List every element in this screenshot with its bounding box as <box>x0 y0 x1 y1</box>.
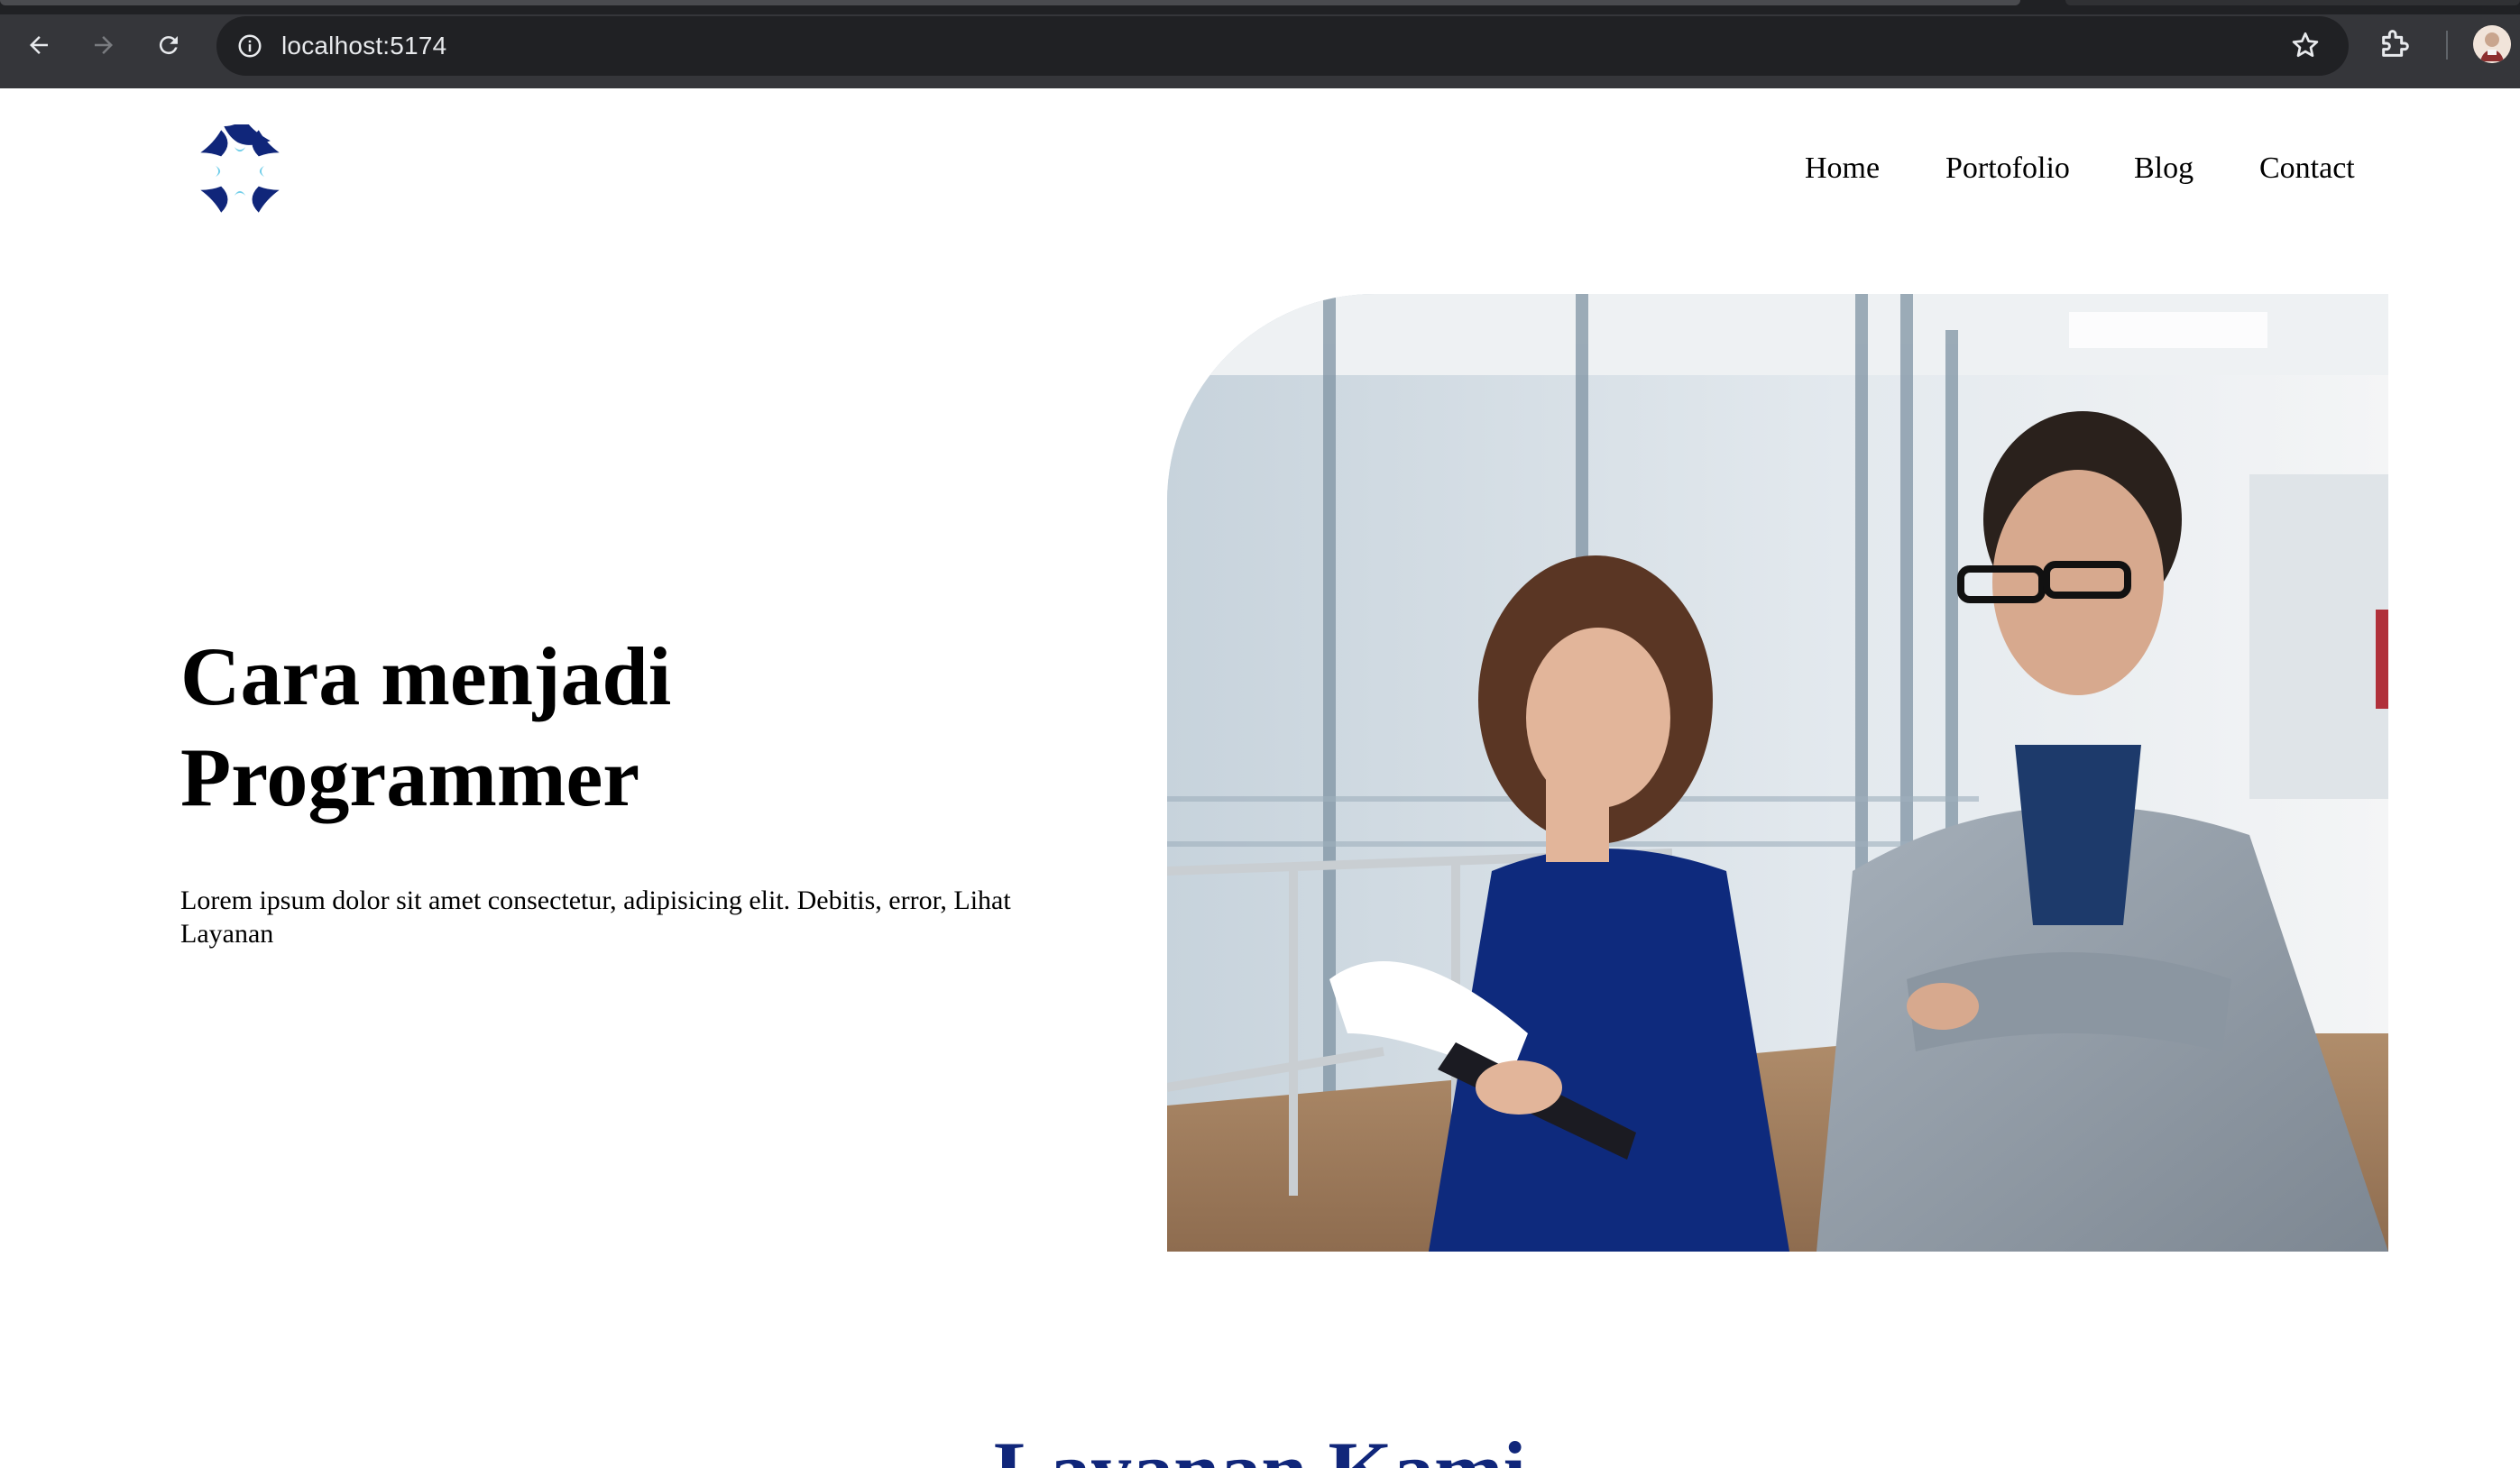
back-arrow-icon <box>30 36 48 54</box>
nav-link-portfolio[interactable]: Portofolio <box>1945 151 2070 186</box>
reload-button[interactable] <box>148 24 189 66</box>
tab-strip <box>0 0 2520 14</box>
forward-arrow-icon <box>95 36 113 54</box>
back-button[interactable] <box>18 24 60 66</box>
inactive-tab-edge[interactable] <box>2065 0 2520 5</box>
browser-toolbar: localhost:5174 <box>0 0 2520 88</box>
services-section-title: Layanan Kami <box>0 1421 2520 1468</box>
hero-description: Lorem ipsum dolor sit amet consectetur, … <box>180 885 1011 949</box>
hero-title-line-2: Programmer <box>180 731 640 823</box>
toolbar-divider <box>2446 31 2448 60</box>
info-icon[interactable] <box>235 31 265 61</box>
forward-button[interactable] <box>83 24 124 66</box>
url-text[interactable]: localhost:5174 <box>281 32 446 60</box>
web-page: Home Portofolio Blog Contact Cara menjad… <box>0 88 2520 1468</box>
active-tab-edge[interactable] <box>0 0 2020 5</box>
main-navigation: Home Portofolio Blog Contact <box>0 151 2520 197</box>
star-icon[interactable] <box>2289 29 2322 66</box>
reload-icon <box>159 36 178 55</box>
address-bar[interactable]: localhost:5174 <box>216 16 2349 76</box>
puzzle-icon[interactable] <box>2377 25 2414 66</box>
nav-link-blog[interactable]: Blog <box>2134 151 2194 186</box>
hero-photo <box>1167 294 2388 1252</box>
hero-title: Cara menjadi Programmer <box>180 626 1082 828</box>
nav-link-home[interactable]: Home <box>1805 151 1880 186</box>
hero-title-line-1: Cara menjadi <box>180 630 672 722</box>
avatar[interactable] <box>2473 25 2511 63</box>
nav-link-contact[interactable]: Contact <box>2259 151 2355 186</box>
